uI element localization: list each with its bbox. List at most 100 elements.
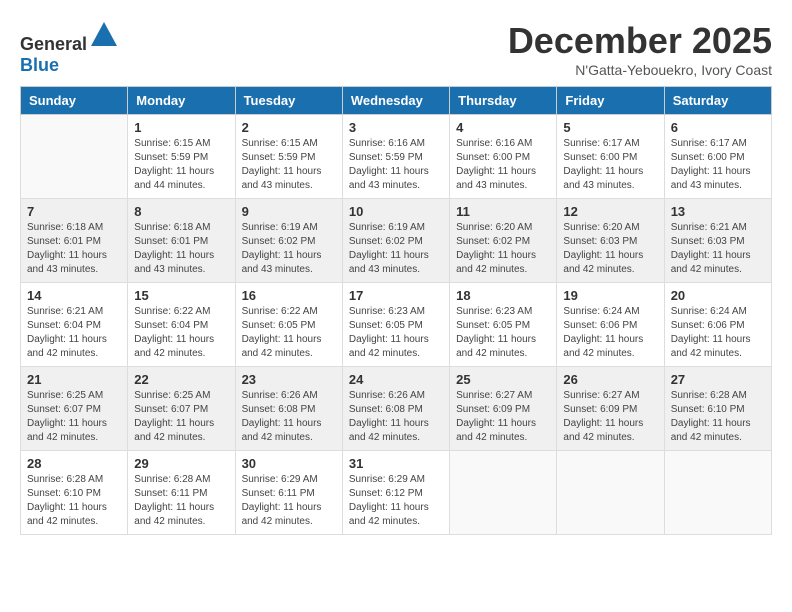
location-subtitle: N'Gatta-Yebouekro, Ivory Coast bbox=[508, 62, 772, 78]
calendar-cell: 12Sunrise: 6:20 AMSunset: 6:03 PMDayligh… bbox=[557, 199, 664, 283]
calendar-cell bbox=[664, 451, 771, 535]
logo-icon bbox=[89, 20, 119, 50]
title-block: December 2025 N'Gatta-Yebouekro, Ivory C… bbox=[508, 20, 772, 78]
calendar-cell: 17Sunrise: 6:23 AMSunset: 6:05 PMDayligh… bbox=[342, 283, 449, 367]
day-info: Sunrise: 6:21 AMSunset: 6:03 PMDaylight:… bbox=[671, 221, 765, 277]
day-info: Sunrise: 6:19 AMSunset: 6:02 PMDaylight:… bbox=[242, 221, 336, 277]
day-number: 9 bbox=[242, 204, 336, 219]
day-number: 8 bbox=[134, 204, 228, 219]
logo: General Blue bbox=[20, 20, 119, 76]
calendar-cell: 10 Sunrise: 6:19 AMSunset: 6:02 PMDayligh… bbox=[342, 199, 449, 283]
calendar-cell: 25 Sunrise: 6:27 AMSunset: 6:09 PMDayligh… bbox=[450, 367, 557, 451]
col-wednesday: Wednesday bbox=[342, 87, 449, 115]
calendar-week-row: 14Sunrise: 6:21 AMSunset: 6:04 PMDayligh… bbox=[21, 283, 772, 367]
calendar-cell bbox=[450, 451, 557, 535]
day-number: 31 bbox=[349, 456, 443, 471]
day-info: Sunrise: 6:26 AMSunset: 6:08 PMDaylight:… bbox=[349, 389, 443, 445]
calendar-cell: 26Sunrise: 6:27 AMSunset: 6:09 PMDayligh… bbox=[557, 367, 664, 451]
day-number: 22 bbox=[134, 372, 228, 387]
calendar-cell: 23 Sunrise: 6:26 AMSunset: 6:08 PMDayligh… bbox=[235, 367, 342, 451]
day-number: 13 bbox=[671, 204, 765, 219]
day-number: 18 bbox=[456, 288, 550, 303]
calendar-cell: 18 Sunrise: 6:23 AMSunset: 6:05 PMDayligh… bbox=[450, 283, 557, 367]
calendar-cell: 2 Sunrise: 6:15 AMSunset: 5:59 PMDaylight… bbox=[235, 115, 342, 199]
col-monday: Monday bbox=[128, 87, 235, 115]
calendar-cell: 9 Sunrise: 6:19 AMSunset: 6:02 PMDaylight… bbox=[235, 199, 342, 283]
day-number: 29 bbox=[134, 456, 228, 471]
day-info: Sunrise: 6:28 AMSunset: 6:11 PMDaylight:… bbox=[134, 473, 228, 529]
calendar-week-row: 28 Sunrise: 6:28 AMSunset: 6:10 PMDayligh… bbox=[21, 451, 772, 535]
calendar-cell: 3Sunrise: 6:16 AMSunset: 5:59 PMDaylight… bbox=[342, 115, 449, 199]
day-number: 23 bbox=[242, 372, 336, 387]
calendar-cell: 16 Sunrise: 6:22 AMSunset: 6:05 PMDayligh… bbox=[235, 283, 342, 367]
logo-text: General Blue bbox=[20, 20, 119, 76]
day-number: 19 bbox=[563, 288, 657, 303]
logo-blue: Blue bbox=[20, 55, 59, 75]
day-info: Sunrise: 6:20 AMSunset: 6:03 PMDaylight:… bbox=[563, 221, 657, 277]
logo-general: General bbox=[20, 34, 87, 54]
day-info: Sunrise: 6:24 AMSunset: 6:06 PMDaylight:… bbox=[563, 305, 657, 361]
day-info: Sunrise: 6:18 AMSunset: 6:01 PMDaylight:… bbox=[27, 221, 121, 277]
col-tuesday: Tuesday bbox=[235, 87, 342, 115]
day-number: 2 bbox=[242, 120, 336, 135]
calendar-cell: 28 Sunrise: 6:28 AMSunset: 6:10 PMDayligh… bbox=[21, 451, 128, 535]
day-info: Sunrise: 6:23 AMSunset: 6:05 PMDaylight:… bbox=[456, 305, 550, 361]
month-title: December 2025 bbox=[508, 20, 772, 62]
day-info: Sunrise: 6:25 AMSunset: 6:07 PMDaylight:… bbox=[134, 389, 228, 445]
calendar-week-row: 7 Sunrise: 6:18 AMSunset: 6:01 PMDaylight… bbox=[21, 199, 772, 283]
day-info: Sunrise: 6:29 AMSunset: 6:11 PMDaylight:… bbox=[242, 473, 336, 529]
calendar-cell: 15Sunrise: 6:22 AMSunset: 6:04 PMDayligh… bbox=[128, 283, 235, 367]
day-number: 28 bbox=[27, 456, 121, 471]
calendar-cell: 8Sunrise: 6:18 AMSunset: 6:01 PMDaylight… bbox=[128, 199, 235, 283]
day-info: Sunrise: 6:24 AMSunset: 6:06 PMDaylight:… bbox=[671, 305, 765, 361]
day-info: Sunrise: 6:19 AMSunset: 6:02 PMDaylight:… bbox=[349, 221, 443, 277]
day-number: 11 bbox=[456, 204, 550, 219]
day-number: 27 bbox=[671, 372, 765, 387]
day-info: Sunrise: 6:22 AMSunset: 6:04 PMDaylight:… bbox=[134, 305, 228, 361]
calendar-cell: 4 Sunrise: 6:16 AMSunset: 6:00 PMDaylight… bbox=[450, 115, 557, 199]
day-info: Sunrise: 6:26 AMSunset: 6:08 PMDaylight:… bbox=[242, 389, 336, 445]
day-info: Sunrise: 6:27 AMSunset: 6:09 PMDaylight:… bbox=[456, 389, 550, 445]
day-number: 30 bbox=[242, 456, 336, 471]
calendar-cell: 11 Sunrise: 6:20 AMSunset: 6:02 PMDayligh… bbox=[450, 199, 557, 283]
col-thursday: Thursday bbox=[450, 87, 557, 115]
day-info: Sunrise: 6:29 AMSunset: 6:12 PMDaylight:… bbox=[349, 473, 443, 529]
day-info: Sunrise: 6:28 AMSunset: 6:10 PMDaylight:… bbox=[27, 473, 121, 529]
col-saturday: Saturday bbox=[664, 87, 771, 115]
calendar-cell: 20 Sunrise: 6:24 AMSunset: 6:06 PMDayligh… bbox=[664, 283, 771, 367]
day-number: 16 bbox=[242, 288, 336, 303]
calendar-cell: 27Sunrise: 6:28 AMSunset: 6:10 PMDayligh… bbox=[664, 367, 771, 451]
calendar-cell: 30 Sunrise: 6:29 AMSunset: 6:11 PMDayligh… bbox=[235, 451, 342, 535]
header-row: Sunday Monday Tuesday Wednesday Thursday… bbox=[21, 87, 772, 115]
day-info: Sunrise: 6:23 AMSunset: 6:05 PMDaylight:… bbox=[349, 305, 443, 361]
day-info: Sunrise: 6:20 AMSunset: 6:02 PMDaylight:… bbox=[456, 221, 550, 277]
day-info: Sunrise: 6:17 AMSunset: 6:00 PMDaylight:… bbox=[563, 137, 657, 193]
day-info: Sunrise: 6:17 AMSunset: 6:00 PMDaylight:… bbox=[671, 137, 765, 193]
day-number: 20 bbox=[671, 288, 765, 303]
day-number: 4 bbox=[456, 120, 550, 135]
calendar-cell: 14Sunrise: 6:21 AMSunset: 6:04 PMDayligh… bbox=[21, 283, 128, 367]
page-header: General Blue December 2025 N'Gatta-Yebou… bbox=[20, 20, 772, 78]
day-info: Sunrise: 6:15 AMSunset: 5:59 PMDaylight:… bbox=[134, 137, 228, 193]
calendar-cell: 24Sunrise: 6:26 AMSunset: 6:08 PMDayligh… bbox=[342, 367, 449, 451]
day-number: 25 bbox=[456, 372, 550, 387]
calendar-table: Sunday Monday Tuesday Wednesday Thursday… bbox=[20, 86, 772, 535]
day-number: 7 bbox=[27, 204, 121, 219]
calendar-cell: 7 Sunrise: 6:18 AMSunset: 6:01 PMDaylight… bbox=[21, 199, 128, 283]
day-number: 10 bbox=[349, 204, 443, 219]
calendar-cell bbox=[21, 115, 128, 199]
col-sunday: Sunday bbox=[21, 87, 128, 115]
day-info: Sunrise: 6:15 AMSunset: 5:59 PMDaylight:… bbox=[242, 137, 336, 193]
calendar-week-row: 1Sunrise: 6:15 AMSunset: 5:59 PMDaylight… bbox=[21, 115, 772, 199]
day-info: Sunrise: 6:22 AMSunset: 6:05 PMDaylight:… bbox=[242, 305, 336, 361]
day-number: 6 bbox=[671, 120, 765, 135]
day-info: Sunrise: 6:16 AMSunset: 6:00 PMDaylight:… bbox=[456, 137, 550, 193]
calendar-week-row: 21Sunrise: 6:25 AMSunset: 6:07 PMDayligh… bbox=[21, 367, 772, 451]
calendar-cell: 19 Sunrise: 6:24 AMSunset: 6:06 PMDayligh… bbox=[557, 283, 664, 367]
calendar-cell: 13 Sunrise: 6:21 AMSunset: 6:03 PMDayligh… bbox=[664, 199, 771, 283]
day-info: Sunrise: 6:16 AMSunset: 5:59 PMDaylight:… bbox=[349, 137, 443, 193]
calendar-cell: 22 Sunrise: 6:25 AMSunset: 6:07 PMDayligh… bbox=[128, 367, 235, 451]
day-info: Sunrise: 6:27 AMSunset: 6:09 PMDaylight:… bbox=[563, 389, 657, 445]
day-number: 5 bbox=[563, 120, 657, 135]
day-number: 14 bbox=[27, 288, 121, 303]
